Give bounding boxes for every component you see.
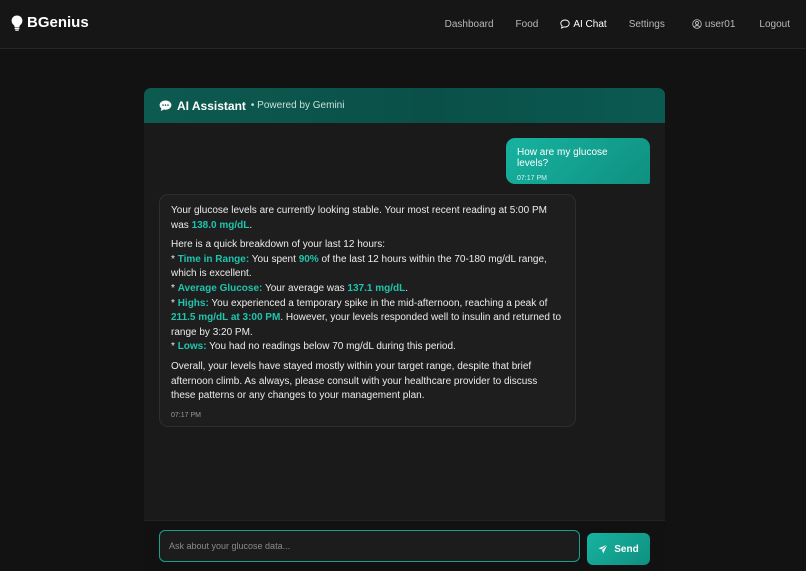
bullet: * [171, 282, 175, 294]
chat-panel: AI Assistant • Powered by Gemini How are… [144, 88, 665, 571]
time-in-range-value: 90% [298, 253, 319, 265]
ai-text: . [249, 219, 253, 231]
ai-text: You spent [249, 253, 299, 265]
nav-user-label: user01 [704, 18, 736, 30]
average-glucose-value: 137.1 mg/dL [347, 282, 406, 294]
chat-icon [159, 100, 172, 111]
ai-text: Your average was [262, 282, 348, 294]
chat-title: AI Assistant [177, 98, 246, 113]
ai-message: Your glucose levels are currently lookin… [159, 194, 576, 427]
chat-input[interactable] [159, 530, 580, 562]
bullet: * [171, 253, 175, 265]
nav-ai-chat[interactable]: AI Chat [560, 18, 607, 30]
chat-bubble-icon [560, 19, 570, 29]
chat-subtitle: • Powered by Gemini [250, 100, 345, 111]
nav-food[interactable]: Food [516, 19, 539, 30]
brand-logo[interactable]: BGenius [11, 14, 89, 31]
send-icon [598, 544, 608, 554]
peak-value: 211.5 mg/dL at 3:00 PM [171, 312, 281, 324]
ai-message-time: 07:17 PM [171, 411, 201, 419]
highs-label: Highs: [177, 297, 209, 309]
nav-logout[interactable]: Logout [759, 19, 790, 30]
chat-input-bar: Send [144, 520, 665, 571]
brand-name: BGenius [27, 14, 89, 31]
top-navbar: BGenius Dashboard Food AI Chat Settings … [0, 0, 806, 49]
user-message-text: How are my glucose levels? [517, 147, 608, 169]
time-in-range-label: Time in Range: [177, 253, 250, 265]
user-circle-icon [692, 19, 702, 29]
user-message-time: 07:17 PM [517, 175, 547, 182]
bullet: * [171, 297, 175, 309]
average-glucose-label: Average Glucose: [177, 282, 263, 294]
lightbulb-icon [11, 15, 23, 31]
ai-paragraph-summary: Your glucose levels are currently lookin… [171, 204, 564, 233]
send-button[interactable]: Send [587, 533, 650, 565]
nav-ai-chat-label: AI Chat [573, 18, 607, 30]
ai-text: . [405, 282, 409, 294]
ai-breakdown-intro: Here is a quick breakdown of your last 1… [171, 239, 385, 251]
nav-settings[interactable]: Settings [629, 19, 665, 30]
bullet: * [171, 341, 175, 353]
chat-header: AI Assistant • Powered by Gemini [144, 88, 665, 123]
ai-text: You experienced a temporary spike in the… [208, 297, 548, 309]
ai-text: You had no readings below 70 mg/dL durin… [206, 341, 456, 353]
send-button-label: Send [614, 543, 639, 555]
latest-reading-value: 138.0 mg/dL [191, 219, 250, 231]
ai-paragraph-breakdown: Here is a quick breakdown of your last 1… [171, 238, 564, 355]
user-message: How are my glucose levels? 07:17 PM [506, 138, 650, 184]
nav-links: Dashboard Food AI Chat Settings user01 L… [445, 0, 790, 48]
lows-label: Lows: [177, 341, 207, 353]
nav-dashboard[interactable]: Dashboard [445, 19, 494, 30]
nav-user[interactable]: user01 [692, 18, 736, 30]
ai-paragraph-outro: Overall, your levels have stayed mostly … [171, 360, 538, 402]
